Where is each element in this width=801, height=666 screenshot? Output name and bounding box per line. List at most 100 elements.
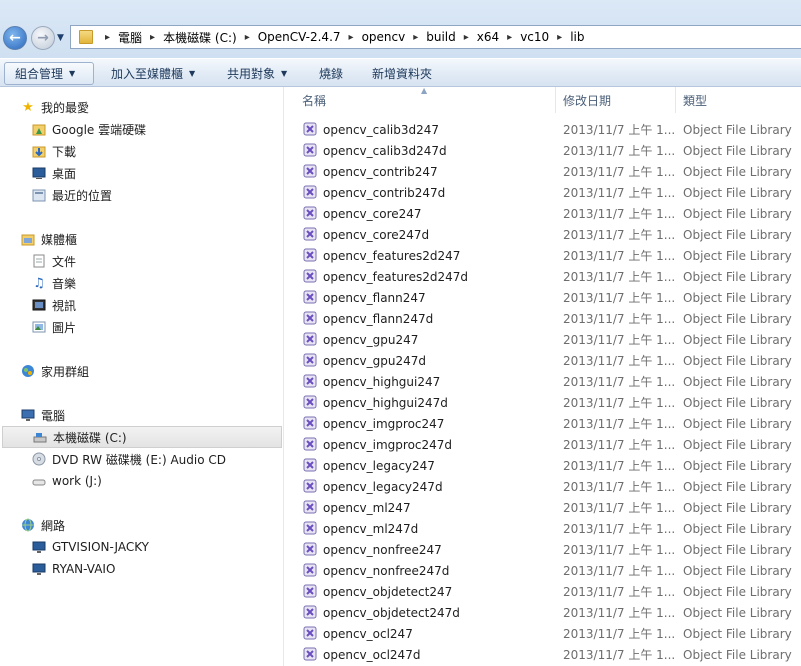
breadcrumb-item[interactable]: x64 xyxy=(477,30,499,44)
file-row[interactable]: opencv_features2d247d 2013/11/7 上午 1... Ob… xyxy=(296,266,801,287)
pane-splitter[interactable] xyxy=(283,87,284,666)
breadcrumb-separator-icon[interactable]: ▸ xyxy=(150,32,155,43)
file-type: Object File Library xyxy=(683,143,792,158)
file-date: 2013/11/7 上午 1... xyxy=(563,501,676,515)
nav-item-label: 下載 xyxy=(52,144,77,159)
file-name: opencv_highgui247d xyxy=(323,395,448,410)
file-row[interactable]: opencv_core247d 2013/11/7 上午 1... Object F… xyxy=(296,224,801,245)
breadcrumb-item[interactable]: 電腦 xyxy=(118,29,142,46)
forward-button[interactable]: → xyxy=(31,26,55,50)
breadcrumb-item[interactable]: opencv xyxy=(362,30,406,44)
address-bar[interactable]: ▸ 電腦 ▸ 本機磁碟 (C:) ▸ OpenCV-2.4.7 ▸ opencv… xyxy=(70,25,801,49)
library-file-icon xyxy=(303,605,317,619)
file-row[interactable]: opencv_calib3d247d 2013/11/7 上午 1... Objec… xyxy=(296,140,801,161)
file-row[interactable]: opencv_nonfree247d 2013/11/7 上午 1... Objec… xyxy=(296,560,801,581)
file-row[interactable]: opencv_objdetect247 2013/11/7 上午 1... Obje… xyxy=(296,581,801,602)
nav-favorites[interactable]: ★ 我的最愛 xyxy=(20,96,89,118)
file-row[interactable]: opencv_ocl247 2013/11/7 上午 1... Object Fil… xyxy=(296,623,801,644)
nav-item-label: GTVISION-JACKY xyxy=(52,540,150,554)
file-row[interactable]: opencv_contrib247d 2013/11/7 上午 1... Objec… xyxy=(296,182,801,203)
column-header-type[interactable]: 類型 xyxy=(683,87,801,113)
library-file-icon xyxy=(303,332,317,346)
file-date: 2013/11/7 上午 1... xyxy=(563,438,676,452)
breadcrumb-item[interactable]: vc10 xyxy=(520,30,549,44)
file-row[interactable]: opencv_flann247 2013/11/7 上午 1... Object F… xyxy=(296,287,801,308)
file-row[interactable]: opencv_imgproc247 2013/11/7 上午 1... Object… xyxy=(296,413,801,434)
column-divider[interactable] xyxy=(675,87,676,113)
nav-item-videos[interactable]: 視訊 xyxy=(31,294,76,316)
pictures-icon xyxy=(31,319,47,335)
breadcrumb-separator-icon[interactable]: ▸ xyxy=(507,32,512,43)
nav-item-music[interactable]: ♫ 音樂 xyxy=(31,272,76,294)
file-name: opencv_legacy247 xyxy=(323,458,435,473)
breadcrumb-separator-icon[interactable]: ▸ xyxy=(245,32,250,43)
file-row[interactable]: opencv_legacy247d 2013/11/7 上午 1... Object… xyxy=(296,476,801,497)
nav-homegroup[interactable]: 家用群組 xyxy=(20,360,89,382)
file-name: opencv_legacy247d xyxy=(323,479,443,494)
file-row[interactable]: opencv_imgproc247d 2013/11/7 上午 1... Objec… xyxy=(296,434,801,455)
file-date: 2013/11/7 上午 1... xyxy=(563,459,676,473)
column-divider[interactable] xyxy=(555,87,556,113)
file-row[interactable]: opencv_features2d247 2013/11/7 上午 1... Obj… xyxy=(296,245,801,266)
file-type: Object File Library xyxy=(683,458,792,473)
file-date: 2013/11/7 上午 1... xyxy=(563,522,676,536)
library-file-icon xyxy=(303,500,317,514)
nav-item-pictures[interactable]: 圖片 xyxy=(31,316,76,338)
recent-pages-dropdown-icon[interactable]: ▼ xyxy=(57,33,64,43)
breadcrumb-separator-icon[interactable]: ▸ xyxy=(349,32,354,43)
file-row[interactable]: opencv_objdetect247d 2013/11/7 上午 1... Obj… xyxy=(296,602,801,623)
file-row[interactable]: opencv_gpu247 2013/11/7 上午 1... Object Fil… xyxy=(296,329,801,350)
organize-button[interactable]: 組合管理 ▼ xyxy=(4,62,94,85)
nav-item-desktop[interactable]: 桌面 xyxy=(31,162,76,184)
breadcrumb-item[interactable]: 本機磁碟 (C:) xyxy=(163,29,237,46)
removable-drive-icon xyxy=(31,473,47,489)
file-name: opencv_flann247 xyxy=(323,290,426,305)
file-date: 2013/11/7 上午 1... xyxy=(563,207,676,221)
library-file-icon xyxy=(303,395,317,409)
column-header-date[interactable]: 修改日期 xyxy=(563,87,675,113)
file-row[interactable]: opencv_gpu247d 2013/11/7 上午 1... Object Fi… xyxy=(296,350,801,371)
organize-label: 組合管理 xyxy=(15,67,64,81)
nav-item-google-drive[interactable]: Google 雲端硬碟 xyxy=(31,118,146,140)
breadcrumb-separator-icon[interactable]: ▸ xyxy=(413,32,418,43)
nav-item-documents[interactable]: 文件 xyxy=(31,250,76,272)
back-button[interactable]: ← xyxy=(3,26,27,50)
library-file-icon xyxy=(303,542,317,556)
file-row[interactable]: opencv_highgui247 2013/11/7 上午 1... Object… xyxy=(296,371,801,392)
file-row[interactable]: opencv_highgui247d 2013/11/7 上午 1... Objec… xyxy=(296,392,801,413)
breadcrumb-separator-icon[interactable]: ▸ xyxy=(557,32,562,43)
nav-computer[interactable]: 電腦 xyxy=(20,404,65,426)
file-row[interactable]: opencv_ml247 2013/11/7 上午 1... Object File… xyxy=(296,497,801,518)
nav-item-network-computer[interactable]: GTVISION-JACKY xyxy=(31,536,149,558)
share-with-button[interactable]: 共用對象 ▼ xyxy=(217,62,297,85)
breadcrumb-separator-icon[interactable]: ▸ xyxy=(105,32,110,43)
nav-item-local-disk-c[interactable]: 本機磁碟 (C:) xyxy=(2,426,282,448)
file-type: Object File Library xyxy=(683,647,792,662)
nav-item-network-computer[interactable]: RYAN-VAIO xyxy=(31,558,115,580)
nav-network[interactable]: 網路 xyxy=(20,514,65,536)
file-name: opencv_contrib247 xyxy=(323,164,438,179)
nav-item-recent-places[interactable]: 最近的位置 xyxy=(31,184,112,206)
breadcrumb-item[interactable]: build xyxy=(426,30,456,44)
file-row[interactable]: opencv_ocl247d 2013/11/7 上午 1... Object Fi… xyxy=(296,644,801,665)
breadcrumb-item[interactable]: lib xyxy=(570,30,584,44)
file-row[interactable]: opencv_legacy247 2013/11/7 上午 1... Object … xyxy=(296,455,801,476)
column-header-name[interactable]: 名稱 xyxy=(302,87,555,113)
new-folder-button[interactable]: 新增資料夾 xyxy=(362,62,442,85)
burn-button[interactable]: 燒錄 xyxy=(309,62,353,85)
file-row[interactable]: opencv_nonfree247 2013/11/7 上午 1... Object… xyxy=(296,539,801,560)
add-to-library-button[interactable]: 加入至媒體櫃 ▼ xyxy=(101,62,205,85)
nav-item-work-drive[interactable]: work (J:) xyxy=(31,470,102,492)
file-row[interactable]: opencv_contrib247 2013/11/7 上午 1... Object… xyxy=(296,161,801,182)
file-date: 2013/11/7 上午 1... xyxy=(563,228,676,242)
nav-item-downloads[interactable]: 下載 xyxy=(31,140,76,162)
file-row[interactable]: opencv_core247 2013/11/7 上午 1... Object Fi… xyxy=(296,203,801,224)
file-row[interactable]: opencv_flann247d 2013/11/7 上午 1... Object … xyxy=(296,308,801,329)
file-date: 2013/11/7 上午 1... xyxy=(563,417,676,431)
file-row[interactable]: opencv_calib3d247 2013/11/7 上午 1... Object… xyxy=(296,119,801,140)
file-row[interactable]: opencv_ml247d 2013/11/7 上午 1... Object Fil… xyxy=(296,518,801,539)
nav-libraries[interactable]: 媒體櫃 xyxy=(20,228,77,250)
nav-item-dvd-drive[interactable]: DVD RW 磁碟機 (E:) Audio CD xyxy=(31,448,226,470)
breadcrumb-separator-icon[interactable]: ▸ xyxy=(464,32,469,43)
breadcrumb-item[interactable]: OpenCV-2.4.7 xyxy=(258,30,341,44)
